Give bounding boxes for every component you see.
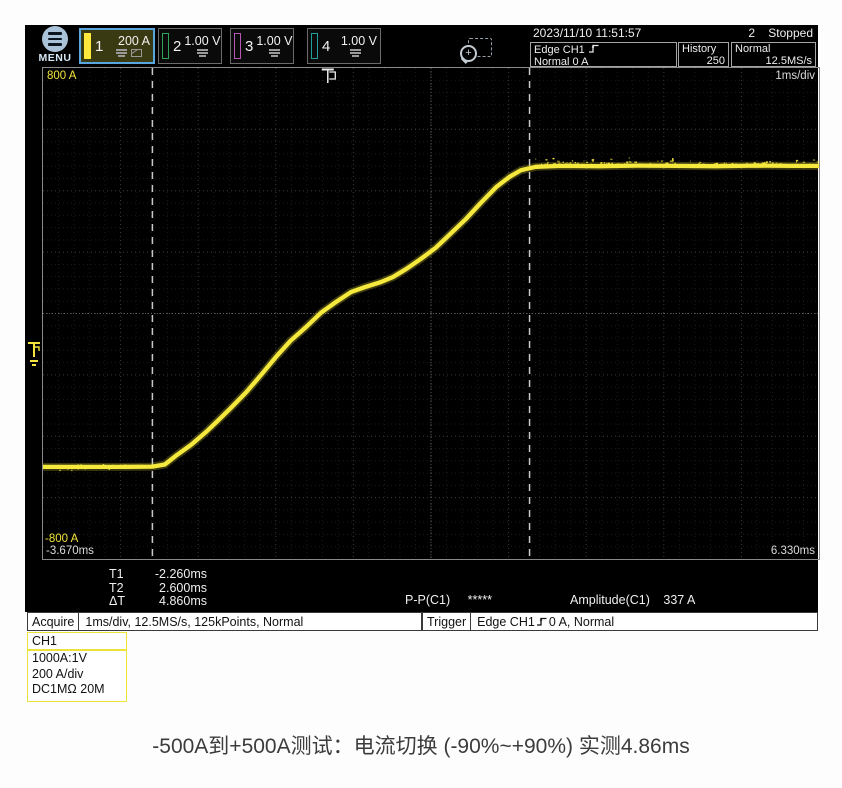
coupling-icon — [268, 49, 281, 57]
channel-3-color-marker — [234, 33, 241, 59]
pp-label: P-P(C1) — [405, 593, 450, 607]
channel-1-scale: 200 A — [118, 35, 150, 48]
trigger-label: Trigger — [423, 613, 471, 630]
trigger-source-label: Edge CH1 — [534, 44, 585, 56]
cursor-dt-label: ΔT — [109, 595, 135, 609]
amplitude-value: 337 A — [663, 593, 695, 607]
channel-1-color-marker — [84, 33, 91, 59]
datetime-label: 2023/11/10 11:51:57 — [533, 26, 641, 40]
waveform-graticule: 800 A -800 A -3.670ms 6.330ms 1ms/div — [42, 67, 820, 560]
channel-1-info-box[interactable]: CH1 1000A:1V 200 A/div DC1MΩ 20M — [27, 632, 127, 702]
measurement-readouts: T1-2.260ms T22.600ms ΔT4.860ms P-P(C1) *… — [25, 565, 818, 612]
channel-2-scale: 1.00 V — [184, 35, 220, 48]
probe-icon — [131, 49, 142, 57]
cursor-dt-value: 4.860ms — [135, 595, 207, 609]
channel-2-box[interactable]: 2 1.00 V — [158, 28, 222, 64]
ch1-probe-ratio: 1000A:1V — [28, 651, 126, 667]
sample-mode-label: Normal — [735, 43, 812, 55]
cursor-readouts: T1-2.260ms T22.600ms ΔT4.860ms — [109, 568, 207, 609]
coupling-icon — [115, 49, 128, 57]
trigger-level-marker-icon[interactable] — [26, 337, 42, 369]
left-time-label: -3.670ms — [46, 545, 94, 557]
coupling-icon — [196, 49, 209, 57]
channel-1-box[interactable]: 1 200 A — [79, 28, 155, 64]
status-strip: Acquire 1ms/div, 12.5MS/s, 125kPoints, N… — [27, 612, 818, 631]
pp-measure: P-P(C1) ***** — [405, 593, 492, 607]
acquire-status-group: Acquire 1ms/div, 12.5MS/s, 125kPoints, N… — [27, 612, 422, 631]
channel-3-scale: 1.00 V — [256, 35, 292, 48]
ch1-coupling: DC1MΩ 20M — [28, 682, 126, 698]
top-amplitude-label: 800 A — [47, 70, 76, 82]
channel-3-number: 3 — [245, 38, 253, 55]
waveform-canvas — [43, 68, 819, 559]
hamburger-icon — [42, 26, 68, 52]
menu-label: MENU — [33, 52, 77, 64]
sample-rate-value: 12.5MS/s — [735, 55, 812, 67]
rising-edge-icon — [536, 616, 548, 627]
run-state-label: Stopped — [768, 26, 813, 40]
timebase-label: 1ms/div — [775, 70, 815, 82]
zoom-search-button[interactable]: + — [458, 38, 492, 65]
channel-4-number: 4 — [322, 38, 330, 55]
channel-3-box[interactable]: 3 1.00 V — [230, 28, 294, 64]
sample-mode-box[interactable]: Normal 12.5MS/s — [731, 42, 816, 67]
history-label: History — [682, 43, 725, 55]
magnifier-icon: + — [460, 45, 477, 62]
acquire-settings-text: 1ms/div, 12.5MS/s, 125kPoints, Normal — [79, 615, 309, 629]
trigger-status-group: Trigger Edge CH1 0 A, Normal — [422, 612, 818, 631]
trigger-settings-pre: Edge CH1 — [477, 615, 535, 629]
history-box[interactable]: History 250 — [678, 42, 729, 67]
right-time-label: 6.330ms — [771, 545, 815, 557]
channel-1-number: 1 — [95, 38, 103, 55]
cursor-t1-label: T1 — [109, 568, 135, 582]
history-count: 250 — [682, 55, 725, 67]
amplitude-label: Amplitude(C1) — [570, 593, 650, 607]
coupling-icon — [349, 49, 362, 57]
oscilloscope-screenshot-page: MENU 1 200 A 2 1.00 V — [0, 0, 842, 788]
bottom-amplitude-label: -800 A — [45, 533, 78, 545]
trigger-info-box[interactable]: Edge CH1 Normal 0 A — [530, 42, 677, 67]
cursor-t2-label: T2 — [109, 582, 135, 596]
pp-value: ***** — [468, 593, 492, 607]
menu-button[interactable]: MENU — [33, 26, 77, 66]
trigger-settings-post: 0 A, Normal — [549, 615, 614, 629]
channel-4-box[interactable]: 4 1.00 V — [307, 28, 381, 64]
channel-4-color-marker — [311, 33, 318, 59]
acquire-label: Acquire — [28, 613, 79, 630]
ch1-info-title: CH1 — [28, 633, 126, 651]
ch1-scale: 200 A/div — [28, 667, 126, 683]
channel-4-scale: 1.00 V — [341, 35, 377, 48]
cursor-t2-value: 2.600ms — [135, 582, 207, 596]
scope-topbar: MENU 1 200 A 2 1.00 V — [25, 25, 818, 67]
channel-2-color-marker — [162, 33, 169, 59]
header-status-row: 2023/11/10 11:51:57 2 Stopped — [525, 26, 815, 41]
scope-screen: MENU 1 200 A 2 1.00 V — [25, 25, 818, 612]
cursor-t1-value: -2.260ms — [135, 568, 207, 582]
test-result-caption: -500A到+500A测试：电流切换 (-90%~+90%) 实测4.86ms — [0, 730, 842, 760]
acquisition-count: 2 — [710, 26, 755, 40]
amplitude-measure: Amplitude(C1) 337 A — [570, 593, 695, 607]
rising-edge-icon — [588, 43, 600, 54]
channel-2-number: 2 — [173, 38, 181, 55]
